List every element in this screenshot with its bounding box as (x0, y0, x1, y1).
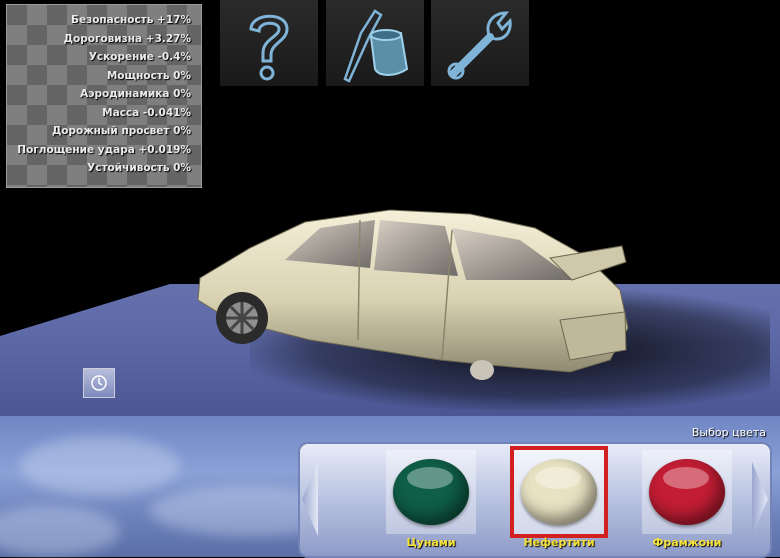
stat-stability: Устойчивость 0% (87, 162, 191, 174)
car-model[interactable] (190, 200, 640, 390)
stat-mass: Масса -0.041% (102, 106, 191, 119)
swatch-tsunami[interactable] (386, 450, 476, 534)
stat-aerodynamics: Аэродинамика 0% (80, 88, 191, 100)
camera-reset-button[interactable] (83, 368, 115, 398)
question-mark-icon (249, 14, 289, 81)
cloud-decoration (20, 436, 180, 496)
color-ball (649, 459, 725, 525)
swatch-label: Цунами (406, 536, 456, 549)
color-picker-label: Выбор цвета (691, 426, 766, 439)
color-picker-tray: Цунами Нефертити Фрамжони (298, 442, 772, 558)
stats-panel: Безопасность +17% Дороговизна +3.27% Уск… (6, 4, 202, 188)
stat-power: Мощность 0% (106, 69, 191, 82)
stat-safety: Безопасность +17% (70, 14, 191, 26)
stat-ground-clearance: Дорожный просвет 0% (51, 125, 191, 137)
color-ball (393, 459, 469, 525)
swatch-nefertiti[interactable] (510, 446, 608, 538)
swatch-label: Фрамжони (652, 536, 722, 549)
color-ball (521, 459, 597, 525)
scroll-right-arrow[interactable] (752, 462, 768, 536)
scroll-left-arrow[interactable] (302, 462, 318, 536)
paint-button[interactable] (326, 0, 424, 86)
stat-acceleration: Ускорение -0.4% (88, 51, 191, 63)
help-button[interactable] (220, 0, 318, 86)
stat-cost: Дороговизна +3.27% (63, 32, 191, 45)
cloud-decoration (0, 506, 120, 556)
swatch-framzhoni[interactable] (642, 450, 732, 534)
stat-impact-absorption: Поглощение удара +0.019% (17, 143, 191, 156)
tuning-button[interactable] (431, 0, 529, 86)
swatch-label: Нефертити (523, 536, 595, 549)
paint-bucket-icon (343, 9, 409, 83)
stats-list: Безопасность +17% Дороговизна +3.27% Уск… (7, 5, 201, 178)
camera-icon (91, 375, 107, 391)
wrench-icon (447, 11, 512, 80)
